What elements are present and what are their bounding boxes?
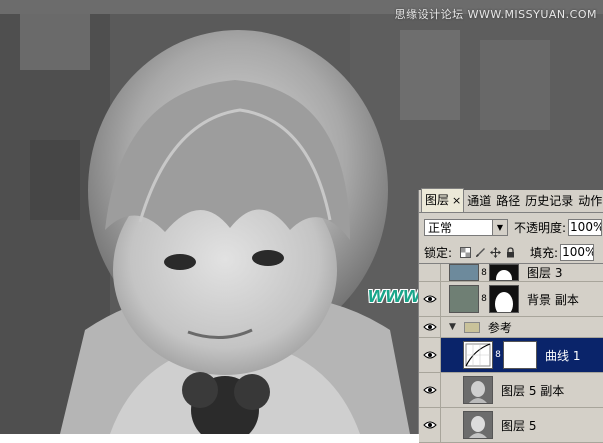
link-icon: 8 — [481, 267, 487, 278]
close-icon[interactable]: × — [452, 194, 461, 207]
layer-group-reference[interactable]: ▼ 参考 — [419, 317, 603, 338]
layer-name: 参考 — [487, 320, 512, 335]
layer-mask-thumbnail — [503, 341, 537, 369]
layer-list: 8 图层 3 8 背景 副本 ▼ 参考 8 曲线 1 图层 5 副本 图层 5 — [419, 264, 603, 443]
folder-icon — [463, 321, 480, 333]
blend-row: 正常 ▼ 不透明度: 100% — [419, 213, 603, 241]
layer-name: 曲线 1 — [545, 348, 581, 363]
tab-paths[interactable]: 路径 — [493, 190, 522, 212]
eye-icon[interactable] — [419, 282, 441, 316]
visibility-toggle[interactable] — [419, 264, 441, 281]
layer-row-layer3[interactable]: 8 图层 3 — [419, 264, 603, 282]
layer-thumbnail — [449, 285, 479, 313]
blend-mode-select[interactable]: 正常 ▼ — [424, 218, 508, 236]
tab-channels[interactable]: 通道 — [464, 190, 493, 212]
lock-move-icon[interactable] — [490, 246, 502, 258]
chevron-down-icon[interactable]: ▼ — [492, 219, 507, 235]
fill-label: 填充: — [530, 245, 559, 260]
panel-tabs: 图层 × 通道 路径 历史记录 动作 — [419, 188, 603, 213]
layer-name: 图层 5 副本 — [501, 383, 565, 398]
layer-name: 背景 副本 — [527, 292, 579, 307]
opacity-input[interactable]: 100% — [568, 218, 603, 236]
tab-layers[interactable]: 图层 × — [421, 188, 465, 212]
layer-mask-thumbnail — [489, 264, 519, 281]
opacity-label: 不透明度: — [514, 220, 567, 235]
curves-icon — [463, 341, 493, 369]
lock-label: 锁定: — [424, 245, 453, 260]
eye-icon[interactable] — [419, 317, 441, 337]
layer-row-background-copy[interactable]: 8 背景 副本 — [419, 282, 603, 317]
tab-actions[interactable]: 动作 — [575, 190, 603, 212]
lock-brush-icon[interactable] — [475, 247, 486, 258]
lock-row: 锁定: 填充: 100% — [419, 241, 603, 264]
layer-row-layer5[interactable]: 图层 5 — [419, 408, 603, 443]
lock-transparent-icon[interactable] — [460, 246, 472, 258]
layers-panel: 图层 × 通道 路径 历史记录 动作 正常 ▼ 不透明度: 100% 锁定: 填… — [418, 188, 603, 443]
tab-history[interactable]: 历史记录 — [522, 190, 575, 212]
lock-all-icon[interactable] — [505, 246, 516, 258]
layer-name: 图层 5 — [501, 418, 537, 433]
layer-mask-thumbnail — [489, 285, 519, 316]
link-icon: 8 — [495, 350, 501, 360]
fill-input[interactable]: 100% — [560, 243, 595, 261]
layer-row-layer5-copy[interactable]: 图层 5 副本 — [419, 373, 603, 408]
layer-thumbnail — [463, 411, 493, 439]
layer-row-curves1[interactable]: 8 曲线 1 — [419, 338, 603, 373]
tab-layers-label: 图层 — [425, 193, 450, 207]
blend-mode-value: 正常 — [428, 220, 453, 235]
layer-thumbnail — [449, 264, 479, 281]
link-icon: 8 — [481, 294, 487, 304]
eye-icon[interactable] — [419, 373, 441, 407]
expand-arrow-icon[interactable]: ▼ — [449, 322, 456, 332]
eye-icon[interactable] — [419, 408, 441, 442]
layer-name: 图层 3 — [527, 266, 563, 280]
layer-thumbnail — [463, 376, 493, 404]
eye-icon[interactable] — [419, 338, 441, 372]
watermark-top: 思缘设计论坛 WWW.MISSYUAN.COM — [394, 8, 597, 21]
